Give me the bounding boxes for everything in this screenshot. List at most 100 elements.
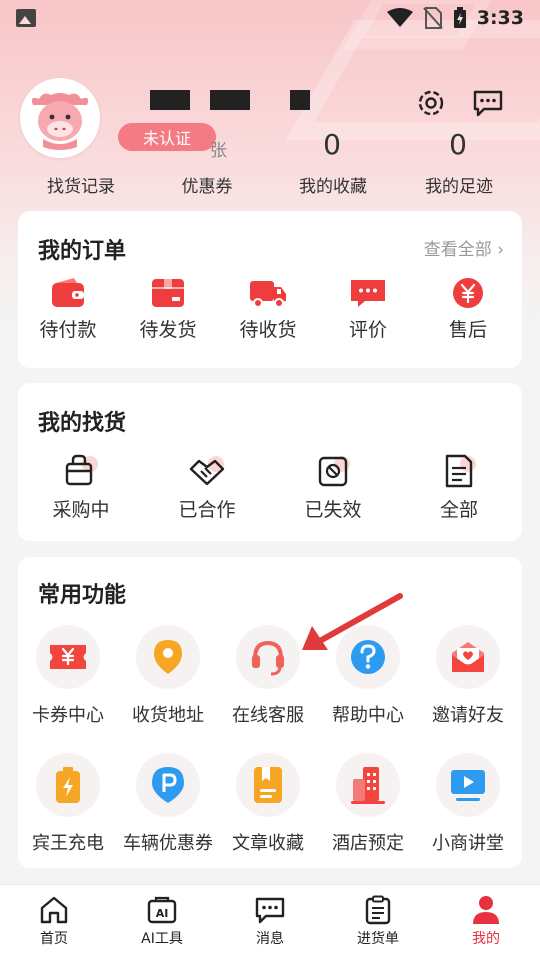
username-redacted [150,90,190,110]
no-sim-icon [422,7,443,29]
stat-value-footprints[interactable]: 0 [398,128,518,161]
order-label: 售后 [448,319,487,341]
message-dots-icon[interactable] [472,88,504,118]
tab-label: AI工具 [141,931,183,947]
sourcing-label: 全部 [439,499,478,521]
gallery-icon [16,9,36,27]
function-label: 文章收藏 [232,833,304,854]
sourcing-purchasing[interactable]: 采购中 [18,453,144,522]
order-label: 评价 [348,319,387,341]
order-label: 待发货 [139,319,197,341]
tab-messages[interactable]: 消息 [216,885,324,960]
chevron-right-icon: › [497,240,504,260]
function-label: 在线客服 [232,705,304,726]
coupon-icon [50,645,86,669]
function-label: 酒店预定 [332,833,404,854]
truck-icon [250,281,286,308]
functions-card: 常用功能 卡券中心 收货地址 在线客服 帮助中心 邀请好友 宾王充电 车辆优惠券… [18,557,522,868]
basket-icon [65,454,98,486]
sourcing-expired[interactable]: 已失效 [270,453,396,522]
see-all-label: 查看全部 [423,240,492,260]
stat-coupons[interactable]: 优惠券 [137,172,277,197]
stat-value-favorites[interactable]: 0 [272,128,392,161]
expired-icon [318,456,350,487]
tab-mine[interactable]: 我的 [432,885,540,960]
wallet-icon [52,278,84,307]
tab-purchase-list[interactable]: 进货单 [324,885,432,960]
function-label: 帮助中心 [332,705,404,726]
user-icon [473,896,499,924]
sourcing-all[interactable]: 全部 [396,453,522,522]
document-icon [445,454,476,488]
tab-label: 我的 [472,931,500,947]
function-label: 宾王充电 [32,833,104,854]
cow-mascot-icon [31,93,89,150]
stat-footprints[interactable]: 我的足迹 [389,172,529,197]
tab-label: 首页 [40,931,68,947]
username-redacted [290,90,310,110]
invite-icon [452,642,484,672]
function-label: 收货地址 [132,705,204,726]
battery-status-icon [453,7,466,28]
function-shipping-address[interactable]: 收货地址 [118,625,218,727]
function-hotel-booking[interactable]: 酒店预定 [318,753,418,855]
tab-ai-tools[interactable]: AI AI工具 [108,885,216,960]
chat-icon [351,280,385,307]
order-pending-shipment[interactable]: 待发货 [118,277,218,342]
annotation-arrow [302,593,403,650]
location-icon [154,640,182,674]
username-redacted [210,90,250,110]
sourcing-label: 已失效 [304,499,362,521]
bottom-tab-bar: 首页 AI AI工具 消息 进货单 我的 [0,884,540,960]
stat-search-records[interactable]: 找货记录 [11,172,151,197]
order-pending-receipt[interactable]: 待收货 [218,277,318,342]
coupon-unit: 张 [210,141,227,161]
yen-icon [453,278,483,308]
order-label: 待收货 [239,319,297,341]
home-icon [40,896,68,924]
svg-text:AI: AI [156,907,169,920]
sourcing-card: 我的找货 采购中 已合作 已失效 全部 [18,383,522,541]
tab-home[interactable]: 首页 [0,885,108,960]
sourcing-title: 我的找货 [38,411,127,436]
sourcing-label: 采购中 [52,499,110,521]
function-coupon-center[interactable]: 卡券中心 [18,625,118,727]
function-lecture-hall[interactable]: 小商讲堂 [418,753,518,855]
hotel-icon [351,767,385,804]
see-all-orders-link[interactable]: 查看全部 › [424,235,504,260]
parking-icon [152,767,184,803]
function-label: 邀请好友 [432,705,504,726]
order-review[interactable]: 评价 [318,277,418,342]
stat-favorites[interactable]: 我的收藏 [263,172,403,197]
clock: 3:33 [476,7,524,29]
avatar[interactable] [20,78,100,158]
function-charging[interactable]: 宾王充电 [18,753,118,855]
headset-icon [252,640,284,676]
function-label: 小商讲堂 [432,833,504,854]
ai-icon: AI [147,896,177,924]
order-label: 待付款 [39,319,97,341]
order-pending-payment[interactable]: 待付款 [18,277,118,342]
function-vehicle-coupon[interactable]: 车辆优惠券 [118,753,218,855]
status-bar: 3:33 [0,0,540,36]
sourcing-cooperated[interactable]: 已合作 [144,453,270,522]
orders-card: 我的订单 查看全部 › 待付款 待发货 待收货 评价 售后 [18,211,522,368]
video-icon [451,770,485,801]
function-label: 车辆优惠券 [123,833,213,854]
function-label: 卡券中心 [32,705,104,726]
tab-label: 进货单 [357,931,399,947]
orders-title: 我的订单 [38,239,127,264]
tab-label: 消息 [256,931,284,947]
order-after-sales[interactable]: 售后 [418,277,518,342]
handshake-icon [189,456,225,486]
settings-gear-icon[interactable] [416,88,446,118]
wifi-icon [386,8,413,27]
bookmark-icon [254,767,282,803]
clipboard-icon [365,895,391,925]
box-icon [152,279,184,307]
function-article-favorites[interactable]: 文章收藏 [218,753,318,855]
function-invite-friends[interactable]: 邀请好友 [418,625,518,727]
battery-icon [56,767,80,803]
functions-title: 常用功能 [38,583,127,608]
verification-status-badge[interactable]: 未认证 [118,123,216,151]
